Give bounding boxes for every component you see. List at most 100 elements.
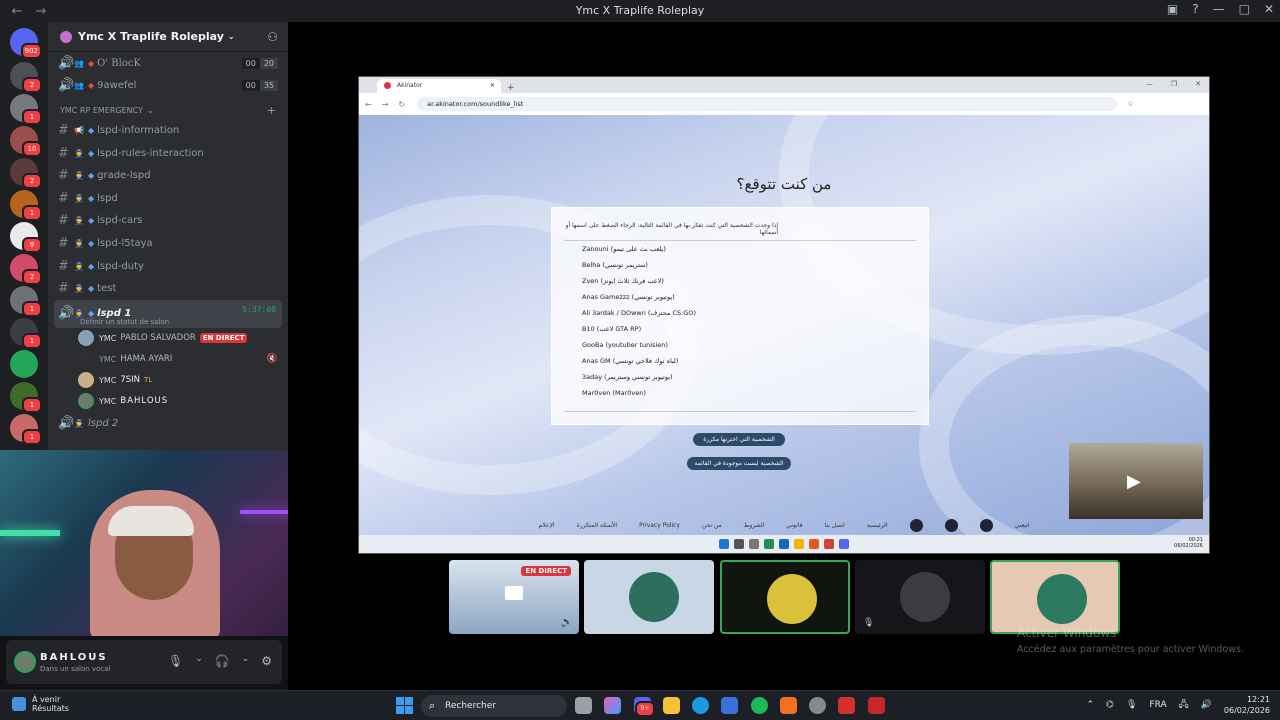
video-pip[interactable]: ▶: [1069, 443, 1203, 519]
voice-member[interactable]: YMC BAHLOUS: [48, 391, 288, 412]
taskbar-clock[interactable]: 12:21 06/02/2026: [1224, 694, 1270, 716]
app-icon[interactable]: [838, 697, 855, 714]
x-icon[interactable]: [944, 518, 958, 532]
footer-link[interactable]: الشروط: [744, 522, 765, 529]
facebook-icon[interactable]: [979, 518, 993, 532]
server-icon[interactable]: 9: [10, 222, 42, 253]
forward-icon[interactable]: →: [382, 100, 389, 109]
footer-link[interactable]: Privacy Policy: [639, 522, 680, 529]
text-channel[interactable]: # 👮 ◆ lspd-rules-interaction: [48, 142, 288, 165]
footer-link[interactable]: الأسئلة المتكررة: [577, 522, 617, 529]
help-icon[interactable]: ?: [1192, 2, 1198, 16]
participant-tile[interactable]: [584, 560, 714, 634]
server-icon[interactable]: 1: [10, 286, 42, 317]
chevron-down-icon[interactable]: ⌄: [242, 654, 250, 668]
category-header[interactable]: YMC RP EMERGENCY ⌄ +: [48, 101, 288, 119]
copilot-icon[interactable]: [604, 697, 621, 714]
chevron-down-icon[interactable]: ⌄: [195, 654, 203, 668]
file-explorer-icon[interactable]: [663, 697, 680, 714]
maximize-button[interactable]: □: [1239, 2, 1250, 16]
text-channel[interactable]: # 👮 ◆ grade-lspd: [48, 164, 288, 187]
footer-link[interactable]: الإعلام: [539, 522, 555, 529]
text-channel[interactable]: # 👮 ◆ lspd: [48, 187, 288, 210]
restore-icon[interactable]: ❐: [1171, 80, 1177, 88]
minimize-icon[interactable]: —: [1146, 80, 1153, 88]
store-icon[interactable]: [721, 697, 738, 714]
minimize-button[interactable]: —: [1213, 2, 1225, 16]
server-icon[interactable]: 2: [10, 254, 42, 285]
close-button[interactable]: ✕: [1264, 2, 1274, 16]
server-icon[interactable]: 2: [10, 62, 42, 93]
text-channel[interactable]: # 👮 ◆ lspd-l5taya: [48, 232, 288, 255]
text-channel[interactable]: # 👮 ◆ lspd-cars: [48, 210, 288, 233]
start-button[interactable]: [396, 697, 413, 714]
server-icon[interactable]: 1: [10, 190, 42, 221]
microphone-icon[interactable]: 🎙: [168, 654, 183, 668]
duplicate-character-button[interactable]: الشخصية التي اخترتها مكررة: [693, 433, 785, 446]
play-icon[interactable]: ▶: [1127, 471, 1141, 492]
app-icon[interactable]: [780, 697, 797, 714]
chrome-icon[interactable]: [809, 697, 826, 714]
voice-channel-oblock[interactable]: 🔊 👥 ◆ O' BlocK 00 20: [48, 52, 288, 75]
widgets-button[interactable]: À venir Résultats: [12, 695, 69, 713]
voice-member[interactable]: YMC 7SIN TL: [48, 370, 288, 391]
text-channel[interactable]: # 👮 ◆ test: [48, 277, 288, 300]
discord-server-icon[interactable]: [10, 350, 38, 378]
not-in-list-button[interactable]: الشخصية ليست موجودة في القائمة: [687, 457, 791, 470]
suggestion-item[interactable]: 3aday (يوتيوبر تونسي وستريمر): [564, 369, 916, 385]
set-status-hint[interactable]: Définir un statut de salon: [80, 318, 169, 326]
discord-icon[interactable]: 9+: [634, 697, 655, 717]
browser-tab[interactable]: Akinator ✕: [377, 79, 501, 93]
wifi-icon[interactable]: ⌬: [1106, 700, 1114, 710]
instagram-icon[interactable]: [909, 518, 923, 532]
edge-icon[interactable]: [692, 697, 709, 714]
add-channel-icon[interactable]: +: [267, 104, 276, 117]
server-icon[interactable]: 1: [10, 94, 42, 125]
task-view-icon[interactable]: [575, 697, 592, 714]
close-icon[interactable]: ✕: [1195, 80, 1201, 88]
footer-link[interactable]: اتبعني: [1015, 522, 1030, 529]
url-field[interactable]: ar.akinator.com/soundlike_list: [417, 97, 1118, 111]
voice-channel-9awefel[interactable]: 🔊 👥 ◆ 9awefel 00 35: [48, 75, 288, 98]
user-avatar[interactable]: [14, 651, 36, 673]
chevron-up-icon[interactable]: ⌃: [1087, 700, 1095, 710]
screenshare-browser[interactable]: Akinator ✕ + — ❐ ✕ ← → ↻ ar.akinator.com…: [358, 76, 1210, 554]
suggestion-item[interactable]: Ali 3ardak / DOwwn (محترف CS:GO): [564, 305, 916, 321]
app-icon[interactable]: [868, 697, 885, 714]
voice-channel[interactable]: 🔊 👮 lspd 2: [48, 412, 288, 435]
headphones-icon[interactable]: 🎧: [215, 654, 230, 668]
volume-icon[interactable]: 🔊: [1201, 700, 1212, 710]
suggestion-item[interactable]: GooBa (youtuber tunisien): [564, 337, 916, 353]
suggestion-item[interactable]: B10 (لاعب GTA RP): [564, 321, 916, 337]
spotify-icon[interactable]: [751, 697, 768, 714]
footer-link[interactable]: الرئيسية: [867, 522, 888, 529]
network-icon[interactable]: 🖧: [1179, 697, 1189, 713]
stream-tile[interactable]: EN DIRECT 🔈: [449, 560, 579, 634]
language-indicator[interactable]: FRA: [1149, 700, 1166, 710]
footer-link[interactable]: قانوني: [786, 522, 802, 529]
inbox-icon[interactable]: ▣: [1167, 2, 1178, 16]
back-icon[interactable]: ←: [365, 100, 372, 109]
server-icon[interactable]: 1: [10, 318, 42, 349]
settings-gear-icon[interactable]: ⚙: [261, 654, 272, 668]
server-icon[interactable]: 10: [10, 126, 42, 157]
suggestion-item[interactable]: Zven (لاعب فرنك ثلاث ايونز): [564, 273, 916, 289]
participant-tile[interactable]: [990, 560, 1120, 634]
server-icon[interactable]: 2: [10, 158, 42, 189]
footer-link[interactable]: من نحن: [702, 522, 722, 529]
footer-link[interactable]: اتصل بنا: [825, 522, 845, 529]
voice-member[interactable]: YMC HAMA AYARI 🔇: [48, 349, 288, 370]
participant-tile[interactable]: [720, 560, 850, 634]
voice-channel-active[interactable]: 🔊 👮 ◆ lspd 1 5:37:08 Définir un statut d…: [54, 299, 282, 328]
server-icon[interactable]: 1: [10, 382, 42, 413]
taskbar-search[interactable]: ⌕ Rechercher: [421, 695, 567, 717]
direct-messages-icon[interactable]: 902: [10, 28, 42, 59]
guild-header[interactable]: Ymc X Traplife Roleplay ⌄ ⚇: [48, 22, 288, 52]
add-member-icon[interactable]: ⚇: [267, 30, 278, 44]
suggestion-item[interactable]: Mar0ven (Mar0ven): [564, 385, 916, 401]
suggestion-item[interactable]: Anas GM (لباه توك فلاحي تونسي): [564, 353, 916, 369]
text-channel[interactable]: # 📢 ◆ lspd-information: [48, 119, 288, 142]
volume-icon[interactable]: 🔈: [561, 617, 573, 628]
suggestion-item[interactable]: Zanouni (يلعب بث على تيمو): [564, 241, 916, 257]
new-tab-icon[interactable]: +: [507, 83, 515, 93]
